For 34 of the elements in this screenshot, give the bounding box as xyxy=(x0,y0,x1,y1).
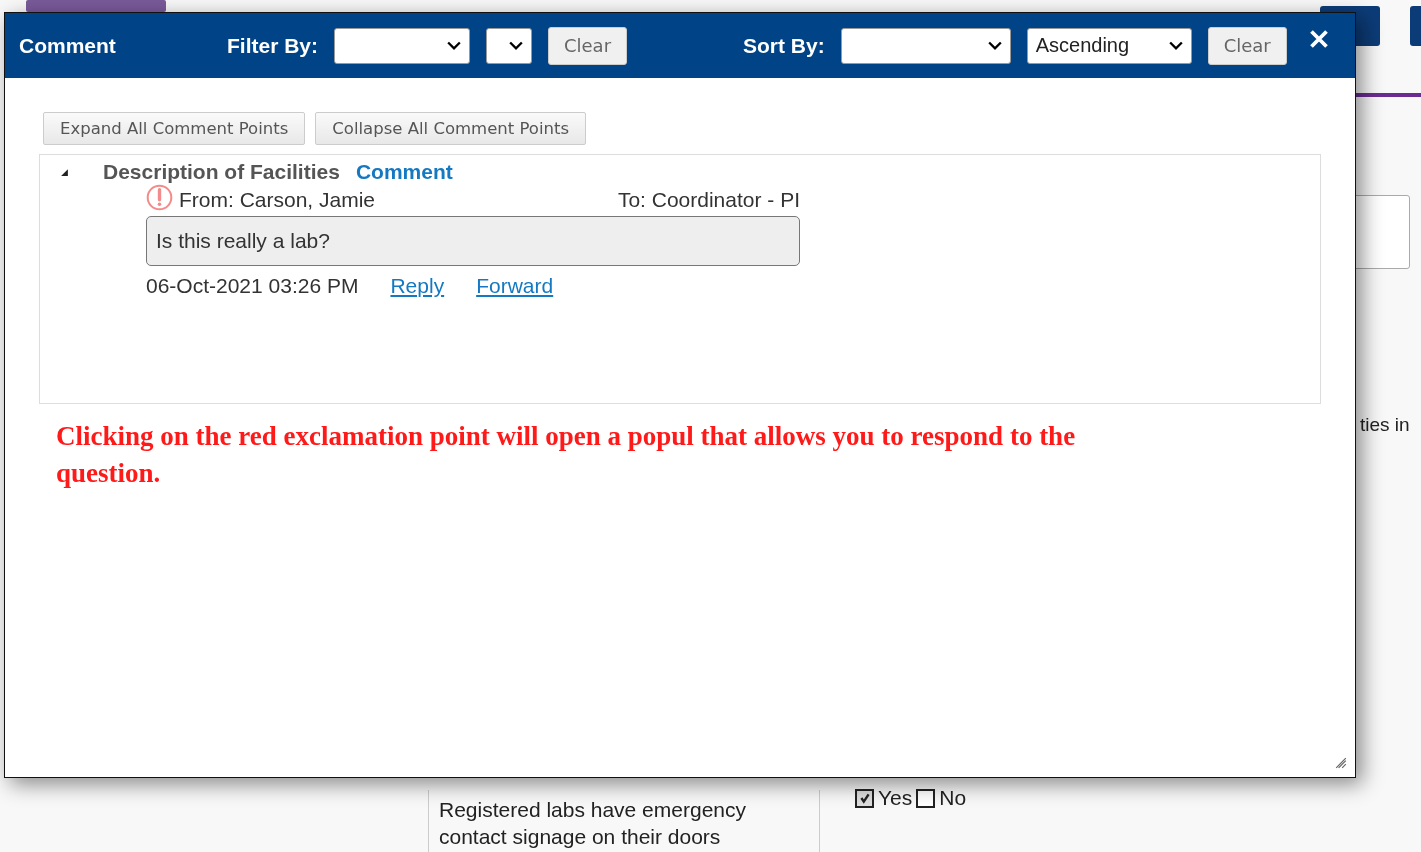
section-title: Description of Facilities xyxy=(103,160,340,184)
body-text: ties in xyxy=(1360,414,1410,436)
chevron-down-icon xyxy=(987,40,1002,51)
checkbox[interactable] xyxy=(855,788,874,808)
sort-dropdown[interactable] xyxy=(840,27,1011,64)
filter-dropdown[interactable] xyxy=(334,27,470,64)
sender-text: From: Carson, Jamie xyxy=(179,188,376,212)
toolbar-button[interactable]: Expand All Comment Points xyxy=(43,112,306,145)
instruction-text: Clicking on the red exclamation point will open a popul that allows you to respond to the question. xyxy=(56,420,1077,490)
chevron-down-icon xyxy=(509,40,523,51)
sort-label: Sort By: xyxy=(743,33,825,58)
filter-label: Filter By: xyxy=(227,33,318,58)
order-dropdown[interactable]: Ascending xyxy=(1026,27,1192,64)
clear-button[interactable]: Clear xyxy=(1207,26,1287,65)
collapse-icon[interactable] xyxy=(60,167,69,177)
checkmark-icon xyxy=(858,792,871,804)
comment-text: Is this really a lab? xyxy=(146,216,800,266)
toolbar-button[interactable]: Collapse All Comment Points xyxy=(315,112,587,145)
comment-link[interactable]: Comment xyxy=(355,160,453,184)
filter-dropdown[interactable] xyxy=(486,27,532,64)
checkbox-label: No xyxy=(939,786,967,810)
timestamp: 06-Oct-2021 03:26 PM xyxy=(146,274,359,298)
recipient-text: To: Coordinator - PI xyxy=(617,188,800,212)
close-icon[interactable] xyxy=(1308,28,1329,49)
body-text: Registered labs have emergency contact signage on their doors xyxy=(439,797,747,850)
chevron-down-icon xyxy=(447,40,461,51)
clear-button[interactable]: Clear xyxy=(548,26,627,65)
chevron-down-icon xyxy=(1168,40,1183,51)
checkbox[interactable] xyxy=(916,788,936,808)
resize-grip-icon[interactable] xyxy=(1335,757,1347,769)
dialog-title: Comment xyxy=(19,33,117,58)
action-link[interactable]: Reply xyxy=(390,274,445,298)
action-link[interactable]: Forward xyxy=(476,274,554,298)
checkbox-label: Yes xyxy=(878,786,913,810)
